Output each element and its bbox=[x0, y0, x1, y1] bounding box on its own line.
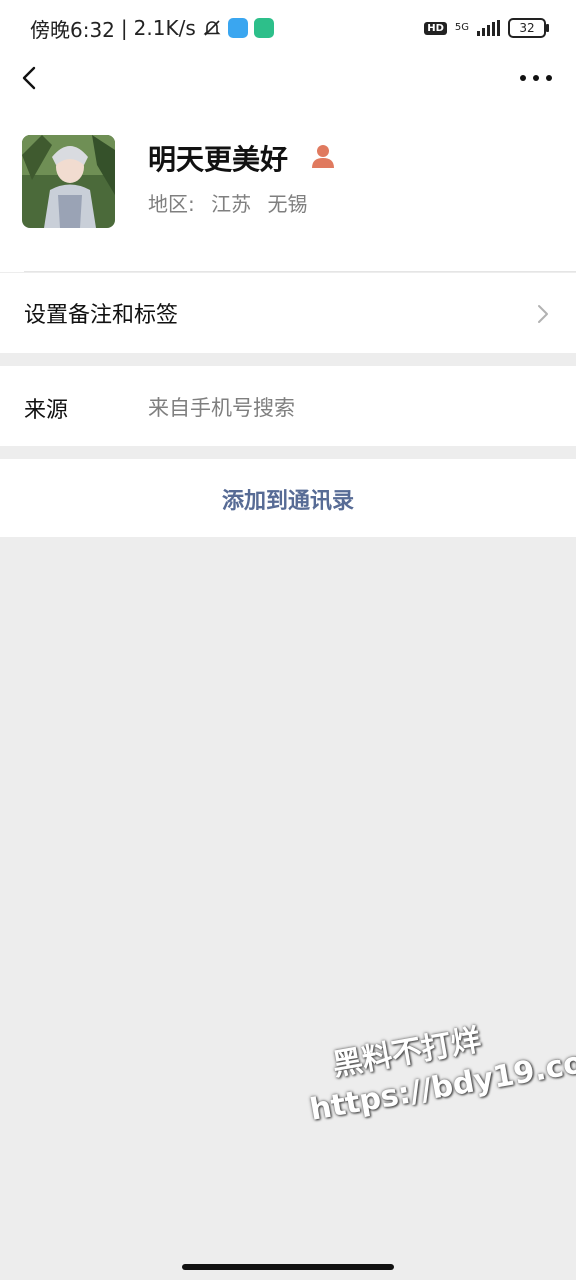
region-label: 地区: bbox=[148, 192, 195, 216]
source-label: 来源 bbox=[24, 398, 69, 423]
cloud-app-icon bbox=[227, 18, 248, 38]
add-to-contacts-label: 添加到通讯录 bbox=[221, 489, 354, 514]
status-time: 傍晚6:32 bbox=[30, 17, 115, 42]
network-type: 5G bbox=[454, 22, 469, 33]
watermark: 黑料不打烊 https://bdy19.co bbox=[300, 1004, 576, 1131]
profile-card: 明天更美好 地区: 江苏 无锡 bbox=[0, 100, 576, 272]
home-indicator[interactable] bbox=[182, 1264, 394, 1270]
contact-name: 明天更美好 bbox=[148, 143, 289, 176]
battery-level: 32 bbox=[519, 21, 535, 35]
signal-icon bbox=[477, 20, 500, 36]
chevron-left-icon bbox=[22, 66, 36, 90]
status-bar: 傍晚6:32 | 2.1K/s HD 5G 32 bbox=[0, 0, 576, 56]
set-remark-label: 设置备注和标签 bbox=[24, 303, 179, 328]
status-separator: | bbox=[120, 16, 128, 40]
region-info: 地区: 江苏 无锡 bbox=[148, 188, 317, 217]
divider bbox=[24, 271, 576, 272]
more-dots-icon bbox=[520, 75, 526, 81]
source-value: 来自手机号搜索 bbox=[148, 396, 295, 420]
region-province: 江苏 bbox=[211, 192, 252, 216]
add-to-contacts-button[interactable]: 添加到通讯录 bbox=[0, 459, 576, 537]
hd-badge: HD bbox=[424, 21, 447, 35]
source-row: 来源 来自手机号搜索 bbox=[0, 366, 576, 446]
chevron-right-icon bbox=[538, 305, 548, 323]
avatar[interactable] bbox=[22, 135, 115, 228]
shield-app-icon bbox=[253, 18, 274, 38]
nav-bar bbox=[0, 56, 576, 100]
avatar-image bbox=[22, 135, 115, 228]
more-button[interactable] bbox=[520, 68, 552, 88]
bell-muted-icon bbox=[203, 20, 221, 36]
back-button[interactable] bbox=[16, 62, 48, 94]
battery-icon: 32 bbox=[508, 18, 549, 38]
status-network-speed: 2.1K/s bbox=[133, 16, 196, 40]
person-icon bbox=[312, 145, 334, 168]
region-city: 无锡 bbox=[267, 192, 308, 216]
set-remark-row[interactable]: 设置备注和标签 bbox=[0, 273, 576, 353]
status-right: HD 5G 32 bbox=[424, 16, 549, 40]
status-left: 傍晚6:32 | 2.1K/s bbox=[30, 14, 274, 42]
